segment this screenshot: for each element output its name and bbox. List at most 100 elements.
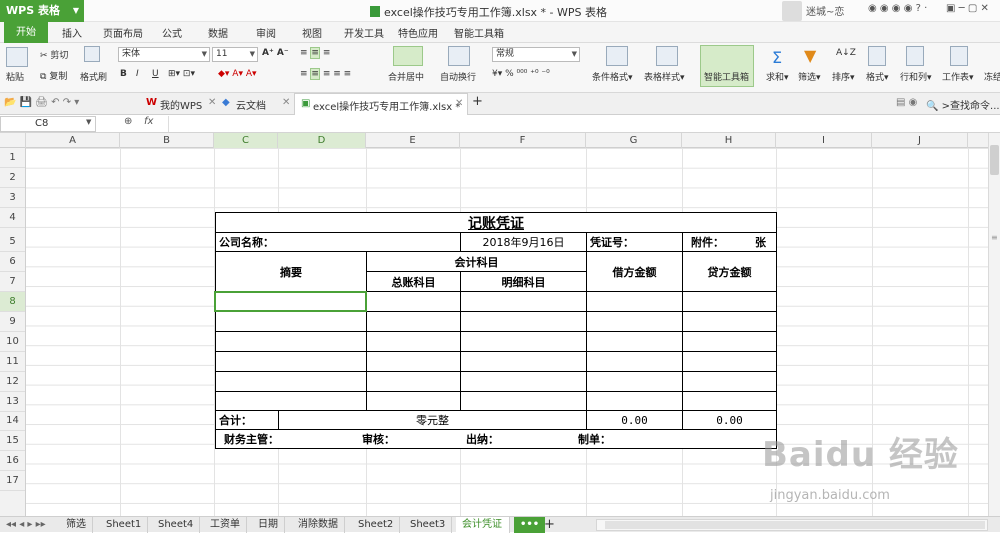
find-command-search[interactable]: 🔍 >查找命令... (926, 97, 1000, 112)
tab-view[interactable]: 视图 (302, 25, 322, 40)
signature-row[interactable]: 财务主管： 审核： 出纳： 制单： (215, 429, 777, 449)
column-header[interactable]: A (26, 133, 120, 148)
app-menu-button[interactable]: WPS 表格 ▼ (0, 0, 84, 22)
horizontal-scrollbar[interactable] (596, 519, 988, 531)
row-header[interactable]: 12 (0, 372, 25, 392)
row-header[interactable]: 13 (0, 392, 25, 412)
formula-input[interactable] (168, 116, 988, 132)
worksheet-button[interactable]: 工作表▾ (942, 70, 974, 83)
sheet-tab[interactable]: 日期 (252, 517, 285, 533)
row-header[interactable]: 6 (0, 252, 25, 272)
close-icon[interactable]: ✕ (455, 98, 463, 109)
cut-button[interactable]: ✂ 剪切 (40, 48, 68, 61)
align-left-button[interactable]: ≡ ≡ ≡ ≡ ≡ (300, 68, 351, 80)
column-header[interactable]: I (776, 133, 872, 148)
add-sheet-button[interactable]: + (538, 517, 561, 533)
paste-icon[interactable] (6, 47, 28, 67)
tab-special-apps[interactable]: 特色应用 (398, 25, 438, 40)
name-box[interactable]: C8 (0, 116, 96, 132)
sheet-nav-arrows[interactable]: ◂◂ ◂ ▸ ▸▸ (0, 517, 52, 533)
sheet-tab[interactable]: Sheet4 (152, 517, 201, 533)
column-header[interactable]: B (120, 133, 214, 148)
border-button[interactable]: ⊞▾ ⊡▾ (168, 69, 195, 79)
row-header[interactable]: 2 (0, 168, 25, 188)
paste-button[interactable]: 粘贴 (6, 70, 24, 83)
tab-data[interactable]: 数据 (208, 25, 228, 40)
number-format-select[interactable]: 常规 ▼ (492, 47, 580, 62)
wrap-text-button[interactable]: 自动换行 (440, 70, 476, 83)
new-tab-button[interactable]: + (472, 94, 483, 109)
conditional-format-button[interactable]: 条件格式▾ (592, 70, 633, 83)
row-header[interactable]: 4 (0, 208, 25, 228)
row-header[interactable]: 1 (0, 148, 25, 168)
window-list-icons[interactable]: ▤ ◉ (896, 97, 917, 108)
window-controls[interactable]: ▣ ─ ▢ ✕ (946, 3, 989, 14)
tab-insert[interactable]: 插入 (62, 25, 82, 40)
scroll-thumb[interactable] (990, 145, 999, 175)
column-header[interactable]: G (586, 133, 682, 148)
tab-smart-toolbox[interactable]: 智能工具箱 (454, 25, 504, 40)
debit-total[interactable]: 0.00 (586, 410, 683, 430)
italic-button[interactable]: I (136, 69, 139, 79)
format-button[interactable]: 格式▾ (866, 70, 889, 83)
function-icon[interactable]: fx (144, 116, 153, 127)
smart-toolbox-button[interactable]: 智能工具箱 (704, 70, 749, 83)
column-header[interactable]: H (682, 133, 776, 148)
voucher-no-label[interactable]: 凭证号： (586, 232, 683, 252)
underline-button[interactable]: U (152, 69, 159, 79)
sheet-tab[interactable]: Sheet1 (100, 517, 149, 533)
sheet-tab[interactable]: 工资单 (204, 517, 247, 533)
tab-my-wps[interactable]: 我的WPS (160, 97, 202, 112)
row-header[interactable]: 8 (0, 292, 25, 312)
filter-button[interactable]: 筛选▾ (798, 70, 821, 83)
row-header[interactable]: 14 (0, 411, 25, 431)
sheet-tab[interactable]: 消除数据 (292, 517, 345, 533)
close-icon[interactable]: ✕ (282, 97, 290, 108)
user-name[interactable]: 迷城~恋 (806, 3, 844, 18)
sheet-tab[interactable]: 筛选 (60, 517, 93, 533)
chevron-down-icon[interactable]: ▼ (86, 118, 91, 126)
tab-active-document[interactable]: ▣ excel操作技巧专用工作簿.xlsx * ✕ (294, 93, 468, 115)
close-icon[interactable]: ✕ (208, 97, 216, 108)
row-header[interactable]: 11 (0, 352, 25, 372)
tab-page-layout[interactable]: 页面布局 (103, 25, 143, 40)
merge-center-button[interactable]: 合并居中 (388, 70, 424, 83)
tab-review[interactable]: 审阅 (256, 25, 276, 40)
sheet-tab-active[interactable]: 会计凭证 (456, 517, 510, 533)
sort-button[interactable]: 排序▾ (832, 70, 855, 83)
currency-percent-buttons[interactable]: ¥▾ % ⁰⁰⁰ ⁺⁰ ⁻⁰ (492, 69, 550, 79)
tab-formulas[interactable]: 公式 (162, 25, 182, 40)
avatar[interactable] (782, 1, 802, 21)
row-col-button[interactable]: 行和列▾ (900, 70, 932, 83)
font-size-select[interactable]: 11 ▼ (212, 47, 258, 62)
sheet-tab[interactable]: Sheet2 (352, 517, 401, 533)
column-header[interactable]: E (366, 133, 460, 148)
voucher-date[interactable]: 2018年9月16日 (460, 232, 587, 252)
tab-cloud-docs[interactable]: 云文档 (236, 97, 266, 112)
copy-button[interactable]: ⧉ 复制 (40, 69, 67, 82)
column-header[interactable]: C (214, 133, 278, 148)
row-header[interactable]: 5 (0, 232, 25, 252)
row-header[interactable]: 15 (0, 431, 25, 451)
sum-button[interactable]: 求和▾ (766, 70, 789, 83)
attachment-cell[interactable]: 附件：张 (682, 232, 777, 252)
column-header[interactable]: F (460, 133, 586, 148)
hscroll-thumb[interactable] (605, 521, 985, 529)
table-style-button[interactable]: 表格样式▾ (644, 70, 685, 83)
zoom-icon[interactable]: ⊕ (124, 116, 132, 127)
company-label[interactable]: 公司名称： (215, 232, 461, 252)
fill-color-button[interactable]: ◆▾ A▾ A▾ (218, 69, 257, 79)
align-top-button[interactable]: ≡ ≡ ≡ (300, 47, 330, 59)
select-all-corner[interactable] (0, 133, 26, 148)
vertical-scrollbar[interactable]: ≡ (988, 133, 1000, 517)
row-header[interactable]: 17 (0, 471, 25, 491)
column-header[interactable]: D (278, 133, 366, 148)
row-header[interactable]: 9 (0, 312, 25, 332)
skin-icon[interactable]: ◉ ◉ ◉ ◉ ? · (868, 3, 927, 14)
format-painter-button[interactable]: 格式刷 (80, 70, 107, 83)
bold-button[interactable]: B (120, 69, 127, 79)
active-cell-selection[interactable] (214, 291, 367, 312)
row-header[interactable]: 7 (0, 272, 25, 292)
sheet-tab[interactable]: Sheet3 (404, 517, 453, 533)
font-grow-button[interactable]: A⁺ A⁻ (262, 48, 289, 58)
